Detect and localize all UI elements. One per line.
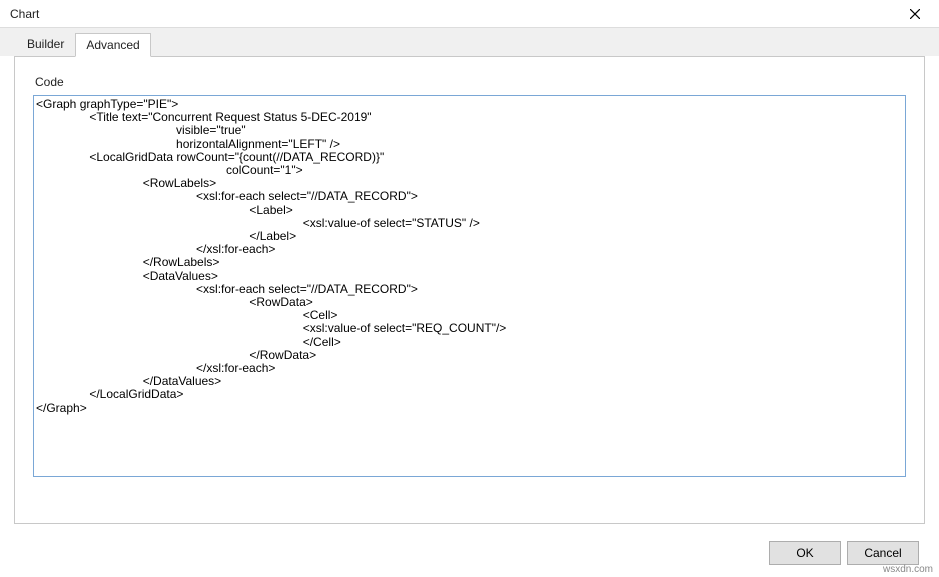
button-row: OK Cancel — [769, 541, 919, 565]
cancel-button[interactable]: Cancel — [847, 541, 919, 565]
advanced-panel: Code — [14, 56, 925, 524]
tabs: Builder Advanced — [16, 32, 927, 56]
ok-button[interactable]: OK — [769, 541, 841, 565]
code-label: Code — [35, 75, 906, 89]
title-bar: Chart — [0, 0, 939, 28]
tabs-row: Builder Advanced — [0, 28, 939, 56]
window-title: Chart — [10, 7, 39, 21]
close-icon — [910, 9, 920, 19]
tab-advanced[interactable]: Advanced — [75, 33, 150, 57]
code-textarea[interactable] — [33, 95, 906, 477]
watermark: wsxdn.com — [883, 564, 933, 575]
tab-builder[interactable]: Builder — [16, 32, 75, 56]
close-button[interactable] — [899, 2, 931, 26]
